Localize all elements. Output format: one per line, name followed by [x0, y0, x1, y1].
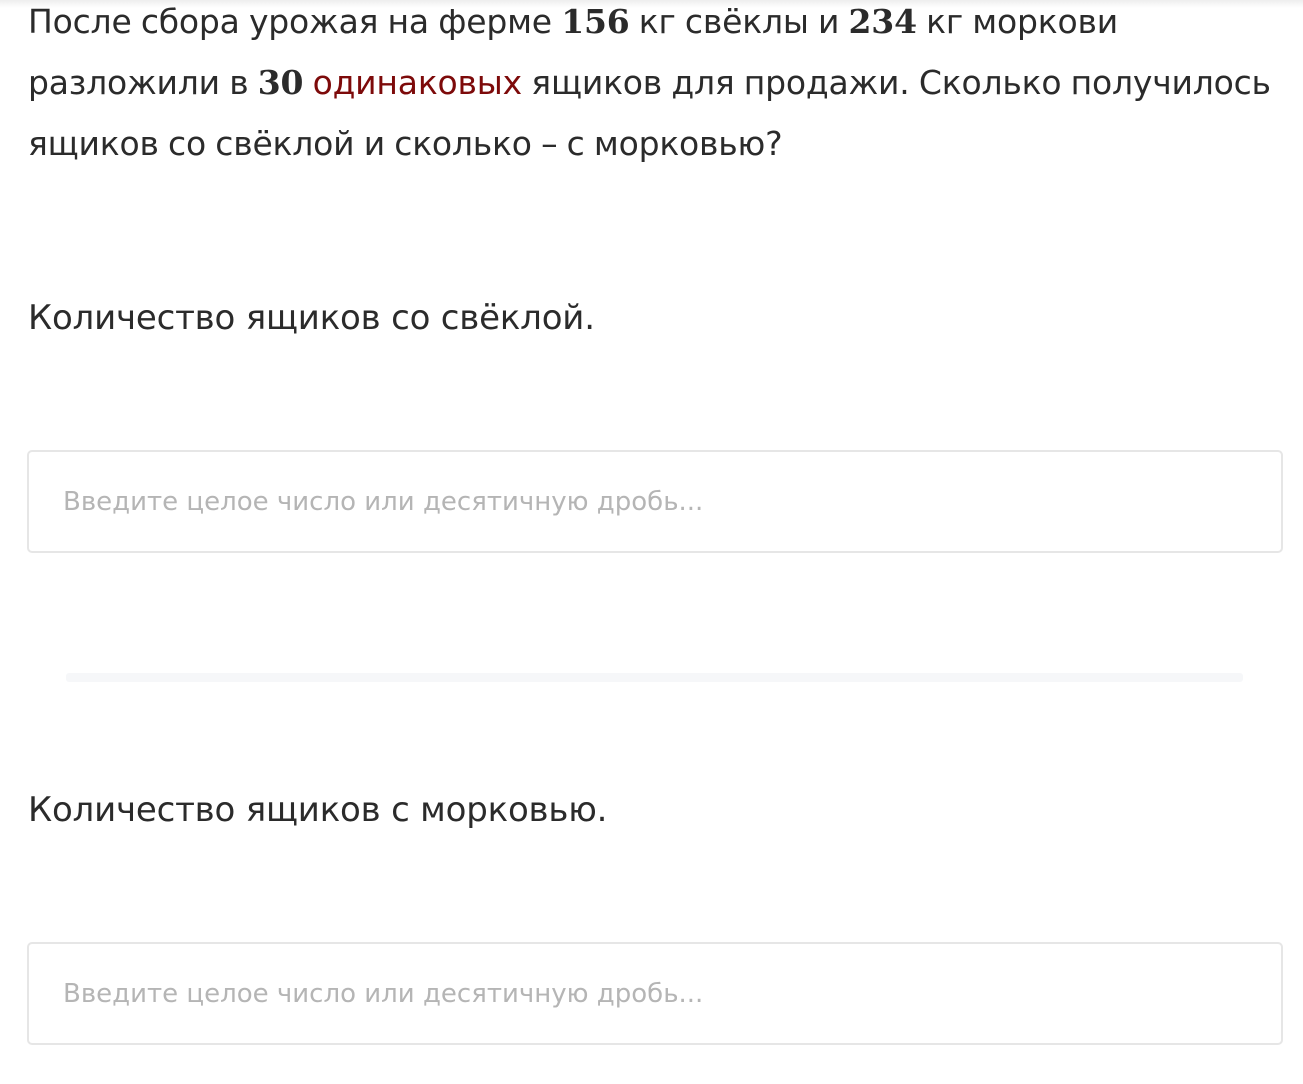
question-label-carrot: Количество ящиков с морковью.: [28, 790, 608, 830]
problem-text-4: [303, 63, 312, 102]
problem-text-1: После сбора урожая на ферме: [28, 2, 562, 41]
beet-boxes-answer-input[interactable]: [27, 450, 1283, 553]
question-label-beet: Количество ящиков со свёклой.: [28, 298, 595, 338]
term-definition-link[interactable]: одинаковых: [313, 63, 523, 102]
carrot-amount: 234: [848, 2, 917, 41]
box-count: 30: [257, 63, 304, 102]
problem-statement: После сбора урожая на ферме 156 кг свёкл…: [28, 0, 1293, 174]
carrot-boxes-answer-input[interactable]: [27, 942, 1283, 1045]
problem-text-2: кг свёклы и: [629, 2, 849, 41]
beet-amount: 156: [561, 2, 630, 41]
section-divider: [66, 673, 1243, 682]
